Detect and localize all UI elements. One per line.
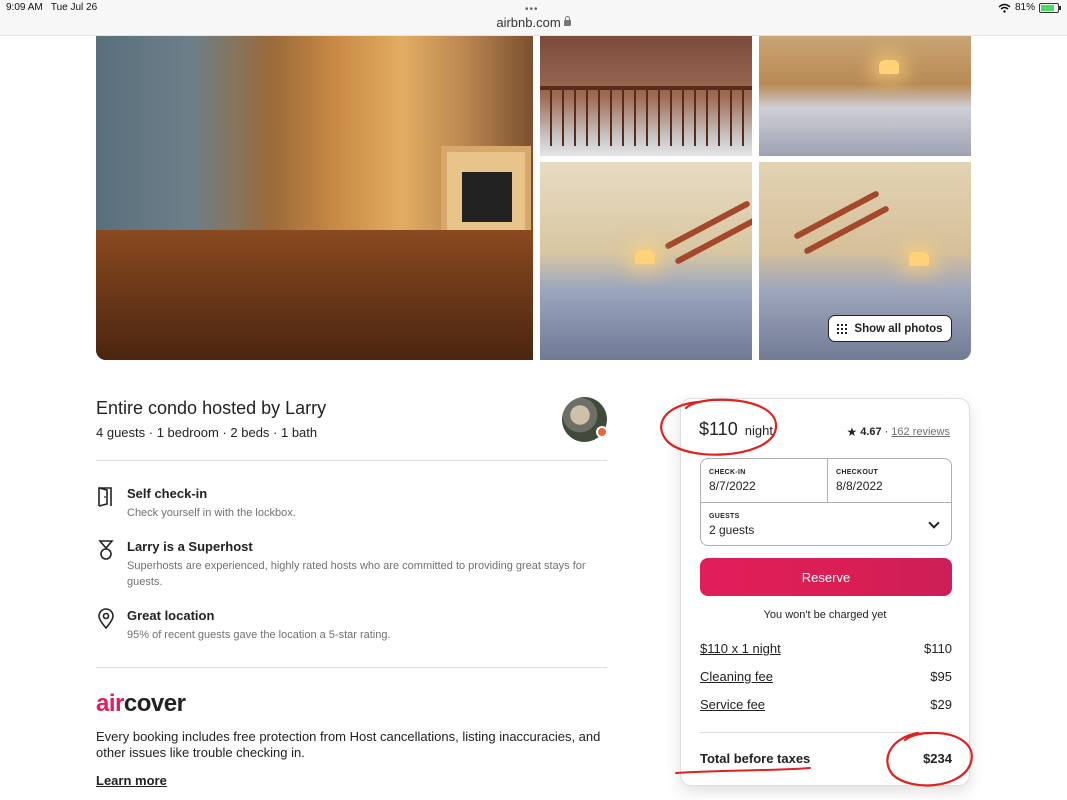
- battery-percent: 81%: [1014, 2, 1035, 13]
- lock-icon: [563, 16, 571, 26]
- learn-more-link[interactable]: Learn more: [96, 773, 167, 788]
- url-bar[interactable]: airbnb.com: [0, 15, 1067, 30]
- nightly-price: $110 night: [699, 419, 773, 440]
- listing-subtitle: 4 guests · 1 bedroom · 2 beds · 1 bath: [96, 425, 318, 440]
- checkin-value: 8/7/2022: [709, 479, 756, 493]
- location-pin-icon: [98, 608, 114, 630]
- line-item-nightly: $110 x 1 night $110: [700, 641, 952, 656]
- rating-value: 4.67: [860, 426, 882, 438]
- line-item-label[interactable]: Service fee: [700, 697, 765, 712]
- medal-icon: [98, 540, 114, 560]
- checkout-field[interactable]: CHECKOUT 8/8/2022: [828, 459, 953, 502]
- no-charge-note: You won't be charged yet: [763, 609, 887, 621]
- card-divider: [700, 732, 952, 733]
- guests-dropdown[interactable]: GUESTS 2 guests: [701, 503, 951, 546]
- checkout-value: 8/8/2022: [836, 479, 883, 493]
- show-all-photos-button[interactable]: Show all photos: [828, 315, 952, 342]
- reviews-link[interactable]: 162 reviews: [891, 426, 950, 438]
- url-text: airbnb.com: [496, 15, 561, 30]
- booking-card: $110 night ★ 4.67 · 162 reviews CHECK-IN…: [680, 398, 970, 786]
- photo-bedroom-2[interactable]: [540, 162, 752, 360]
- feature-description: Superhosts are experienced, highly rated…: [127, 560, 586, 588]
- line-item-service-fee: Service fee $29: [700, 697, 952, 712]
- aircover-description: Every booking includes free protection f…: [96, 729, 601, 760]
- line-item-label[interactable]: $110 x 1 night: [700, 641, 781, 656]
- star-icon: ★: [846, 425, 858, 439]
- feature-title: Self check-in: [127, 486, 208, 501]
- feature-title: Larry is a Superhost: [127, 539, 253, 554]
- aircover-logo: aircover: [96, 690, 186, 718]
- line-item-amount: $29: [930, 697, 952, 712]
- line-item-cleaning-fee: Cleaning fee $95: [700, 669, 952, 684]
- checkin-label: CHECK-IN: [709, 469, 746, 476]
- grid-icon: [837, 323, 848, 334]
- status-time: 9:09 AM Tue Jul 26: [6, 2, 97, 13]
- reserve-button[interactable]: Reserve: [700, 558, 952, 596]
- feature-title: Great location: [127, 608, 215, 623]
- checkout-label: CHECKOUT: [836, 469, 879, 476]
- listing-title: Entire condo hosted by Larry: [96, 398, 327, 418]
- wifi-icon: [998, 3, 1011, 13]
- status-clock: 9:09 AM: [6, 2, 43, 13]
- total-amount: $234: [923, 751, 952, 766]
- booking-dates-guests: CHECK-IN 8/7/2022 CHECKOUT 8/8/2022 GUES…: [700, 458, 952, 546]
- total-label: Total before taxes: [700, 751, 811, 766]
- aircover-logo-suffix: cover: [123, 690, 186, 717]
- dining-table: [96, 230, 533, 360]
- show-all-photos-label: Show all photos: [854, 322, 943, 335]
- status-right: 81%: [998, 2, 1061, 13]
- door-icon: [98, 487, 112, 507]
- photo-balcony[interactable]: [540, 36, 752, 156]
- section-divider: [96, 667, 607, 668]
- rating-summary: ★ 4.67 · 162 reviews: [846, 425, 950, 439]
- checkin-field[interactable]: CHECK-IN 8/7/2022: [701, 459, 827, 502]
- rating-separator: ·: [884, 426, 889, 438]
- aircover-logo-prefix: air: [96, 690, 124, 717]
- browser-top-bar: 9:09 AM Tue Jul 26 ••• 81% airbnb.com: [0, 0, 1067, 36]
- feature-description: 95% of recent guests gave the location a…: [127, 629, 391, 641]
- status-date: Tue Jul 26: [50, 2, 98, 13]
- guests-label: GUESTS: [709, 513, 740, 520]
- feature-description: Check yourself in with the lockbox.: [127, 507, 296, 519]
- line-item-amount: $95: [930, 669, 952, 684]
- battery-icon: [1039, 2, 1061, 13]
- superhost-badge-icon: [596, 426, 608, 438]
- more-dots-icon[interactable]: •••: [525, 4, 539, 15]
- section-divider: [96, 460, 607, 461]
- photo-bedroom-1[interactable]: [759, 36, 971, 156]
- guests-value: 2 guests: [709, 523, 755, 537]
- total-before-taxes: Total before taxes $234: [700, 751, 952, 766]
- photo-main-living-room[interactable]: [96, 36, 533, 360]
- price-amount: $110: [699, 419, 738, 439]
- line-item-amount: $110: [924, 641, 952, 656]
- line-item-label[interactable]: Cleaning fee: [700, 669, 773, 684]
- price-unit: night: [744, 423, 773, 438]
- host-avatar[interactable]: [562, 397, 608, 442]
